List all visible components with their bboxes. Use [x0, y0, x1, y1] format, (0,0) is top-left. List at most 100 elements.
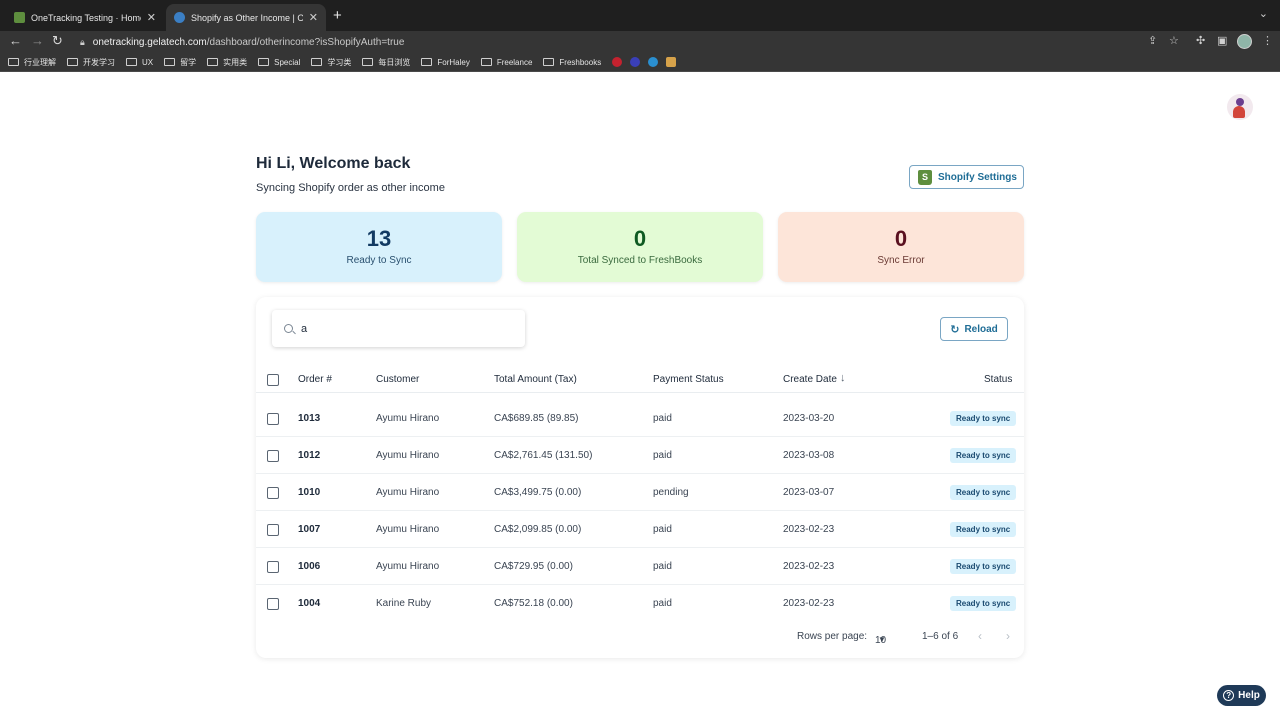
create-date: 2023-02-23: [783, 598, 835, 609]
row-checkbox[interactable]: [267, 413, 279, 425]
sync-error-count: 0: [894, 226, 908, 251]
caret-down-icon: ▼: [878, 635, 886, 644]
column-header-create-date[interactable]: Create Date: [783, 374, 837, 385]
folder-icon: [311, 58, 323, 66]
side-panel-icon[interactable]: ▣: [1217, 34, 1227, 47]
url-path: /dashboard/otherincome?isShopifyAuth=tru…: [206, 36, 405, 48]
browser-profile-avatar[interactable]: [1237, 34, 1252, 49]
total-amount: CA$752.18 (0.00): [494, 598, 573, 609]
folder-icon: [164, 58, 176, 66]
payment-status: paid: [653, 561, 672, 572]
column-header-total[interactable]: Total Amount (Tax): [494, 374, 577, 385]
ready-to-sync-label: Ready to Sync: [346, 255, 412, 266]
row-checkbox[interactable]: [267, 561, 279, 573]
bookmark-site-icon[interactable]: [648, 57, 659, 67]
browser-toolbar: ← → ↻ 🔒︎ onetracking.gelatech.com /dashb…: [0, 31, 1280, 53]
customer-name: Ayumu Hirano: [376, 487, 440, 498]
search-input[interactable]: [301, 322, 501, 335]
row-checkbox[interactable]: [267, 598, 279, 610]
rows-per-page-label: Rows per page:: [797, 631, 868, 642]
avatar-head: [1236, 98, 1244, 106]
bookmark-folder[interactable]: 实用类: [207, 57, 247, 68]
tab-search-chevron-icon[interactable]: ⌄: [1259, 7, 1268, 20]
gelatech-favicon-icon: [174, 12, 185, 23]
bookmarks-bar: 行业理解 开发学习 UX 留学 实用类 Special 学习类 每日浏览 For…: [0, 53, 1280, 72]
bookmark-folder[interactable]: Freshbooks: [543, 58, 601, 67]
bookmark-site-icon[interactable]: [630, 57, 641, 67]
search-box[interactable]: [272, 310, 525, 347]
user-avatar[interactable]: [1227, 94, 1253, 120]
bookmark-folder[interactable]: 每日浏览: [362, 57, 410, 68]
total-amount: CA$2,761.45 (131.50): [494, 450, 593, 461]
status-badge: Ready to sync: [950, 522, 1017, 537]
column-header-customer[interactable]: Customer: [376, 374, 419, 385]
browser-tab-shopify-other-income[interactable]: Shopify as Other Income | OneTr ✕: [166, 4, 326, 31]
share-icon[interactable]: ⇪: [1148, 34, 1157, 47]
payment-status: pending: [653, 487, 689, 498]
sort-descending-icon[interactable]: ↓: [840, 372, 846, 384]
order-number: 1006: [298, 561, 321, 572]
shopify-settings-button[interactable]: Shopify Settings: [909, 165, 1024, 189]
next-page-icon[interactable]: ›: [1006, 629, 1010, 643]
forward-arrow-icon[interactable]: →: [31, 33, 44, 48]
customer-name: Karine Ruby: [376, 598, 432, 609]
reload-page-icon[interactable]: ↻: [52, 33, 63, 49]
table-row[interactable]: 1006 Ayumu Hirano CA$729.95 (0.00) paid …: [256, 548, 1024, 585]
payment-status: paid: [653, 598, 672, 609]
table-row[interactable]: 1013 Ayumu Hirano CA$689.85 (89.85) paid…: [256, 400, 1024, 437]
create-date: 2023-03-07: [783, 487, 835, 498]
help-label: Help: [1238, 690, 1260, 701]
payment-status: paid: [653, 524, 672, 535]
table-row[interactable]: 1004 Karine Ruby CA$752.18 (0.00) paid 2…: [256, 585, 1024, 622]
folder-icon: [421, 58, 433, 66]
create-date: 2023-02-23: [783, 524, 835, 535]
bookmark-site-icon[interactable]: [666, 57, 677, 67]
pagination-range: 1–6 of 6: [922, 631, 959, 642]
folder-icon: [8, 58, 19, 66]
sync-error-label: Sync Error: [877, 255, 925, 266]
row-checkbox[interactable]: [267, 524, 279, 536]
column-header-status[interactable]: Status: [984, 374, 1012, 385]
table-header: Order # Customer Total Amount (Tax) Paym…: [256, 367, 1024, 393]
select-all-checkbox[interactable]: [267, 374, 279, 386]
close-tab-icon[interactable]: ✕: [147, 11, 156, 24]
bookmark-folder[interactable]: 学习类: [311, 57, 351, 68]
back-arrow-icon[interactable]: ←: [9, 33, 22, 48]
browser-tab-onetracking-home[interactable]: OneTracking Testing · Home · Sh ✕: [6, 4, 164, 31]
welcome-heading: Hi Li, Welcome back: [256, 155, 411, 172]
help-button[interactable]: ? Help: [1217, 685, 1266, 706]
folder-icon: [362, 58, 374, 66]
page-content: Hi Li, Welcome back Syncing Shopify orde…: [0, 72, 1280, 720]
total-amount: CA$3,499.75 (0.00): [494, 487, 582, 498]
row-checkbox[interactable]: [267, 450, 279, 462]
total-synced-card: 0 Total Synced to FreshBooks: [517, 212, 763, 282]
table-row[interactable]: 1012 Ayumu Hirano CA$2,761.45 (131.50) p…: [256, 437, 1024, 474]
bookmark-folder[interactable]: ForHaley: [421, 58, 470, 67]
status-badge: Ready to sync: [950, 448, 1017, 463]
help-question-icon: ?: [1223, 690, 1235, 701]
bookmark-folder[interactable]: Freelance: [480, 58, 532, 67]
bookmark-folder[interactable]: 开发学习: [67, 57, 115, 68]
previous-page-icon[interactable]: ‹: [978, 629, 982, 643]
address-bar[interactable]: 🔒︎ onetracking.gelatech.com /dashboard/o…: [72, 32, 1268, 52]
column-header-order[interactable]: Order #: [298, 374, 332, 385]
bookmark-folder[interactable]: 行业理解: [8, 57, 56, 68]
row-checkbox[interactable]: [267, 487, 279, 499]
bookmark-folder[interactable]: 留学: [164, 57, 196, 68]
bookmark-site-icon[interactable]: [612, 57, 623, 67]
bookmark-star-icon[interactable]: ☆: [1169, 34, 1179, 47]
bookmark-folder[interactable]: UX: [126, 58, 153, 67]
reload-button[interactable]: ↻ Reload: [940, 317, 1008, 341]
table-row[interactable]: 1010 Ayumu Hirano CA$3,499.75 (0.00) pen…: [256, 474, 1024, 511]
browser-menu-icon[interactable]: ⋮: [1262, 34, 1273, 47]
order-number: 1012: [298, 450, 321, 461]
total-amount: CA$2,099.85 (0.00): [494, 524, 582, 535]
close-tab-icon[interactable]: ✕: [309, 11, 318, 24]
refresh-icon: ↻: [950, 323, 960, 336]
table-row[interactable]: 1007 Ayumu Hirano CA$2,099.85 (0.00) pai…: [256, 511, 1024, 548]
new-tab-button[interactable]: +: [333, 7, 342, 24]
bookmark-folder[interactable]: Special: [258, 58, 300, 67]
search-icon: [284, 324, 293, 333]
column-header-payment-status[interactable]: Payment Status: [653, 374, 724, 385]
extensions-puzzle-icon[interactable]: ✣: [1196, 34, 1205, 47]
